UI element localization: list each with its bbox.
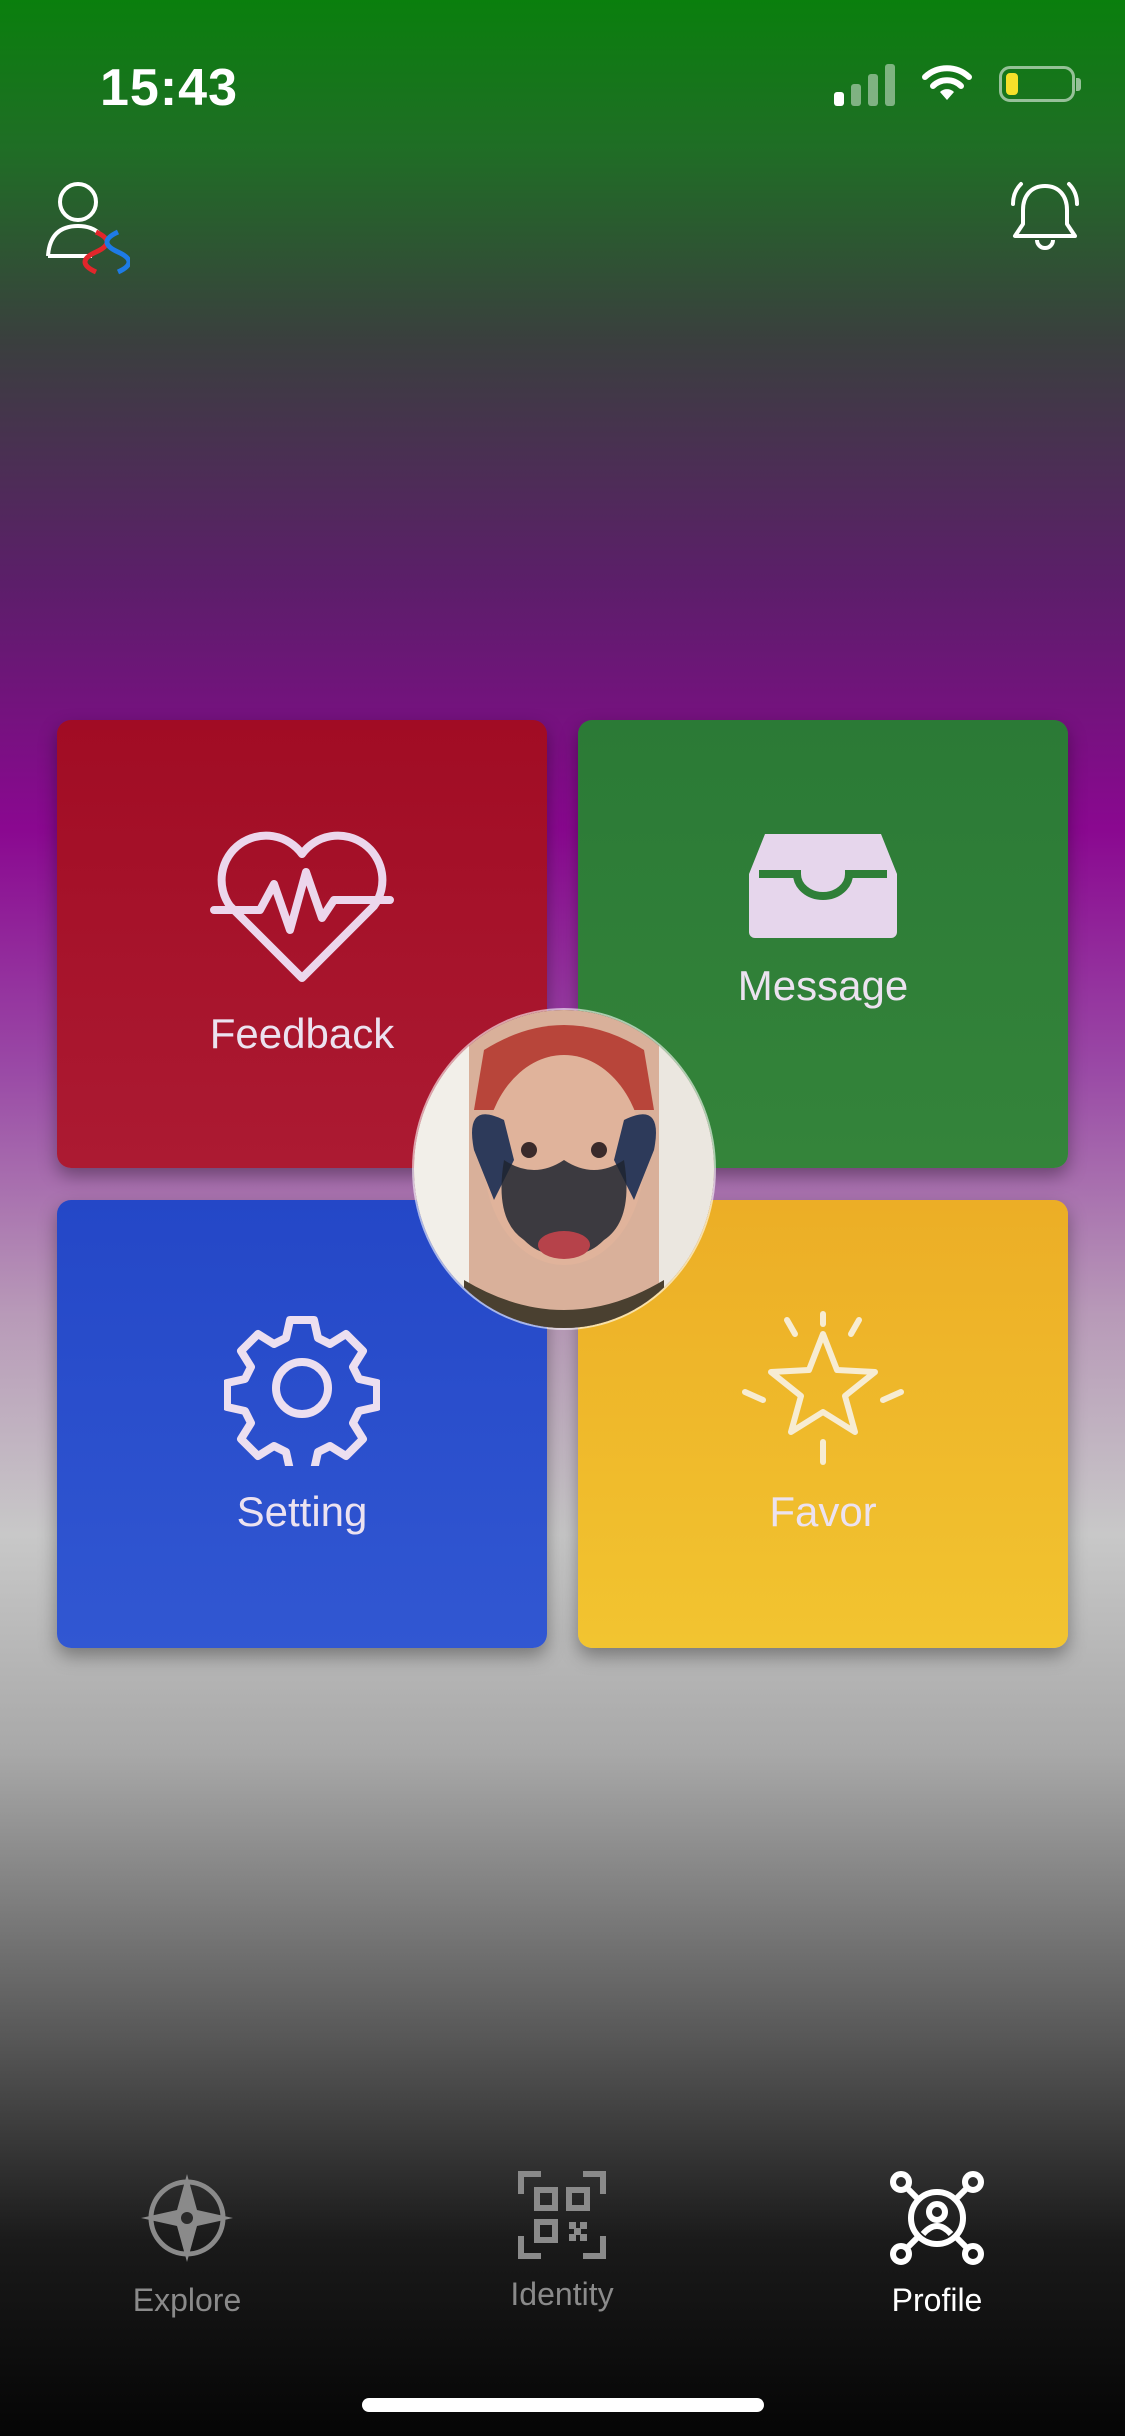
status-time: 15:43 xyxy=(100,59,238,117)
status-icons xyxy=(834,62,1081,106)
tab-explore[interactable]: Explore xyxy=(57,2170,317,2319)
profile-network-icon xyxy=(890,2171,984,2265)
heart-pulse-icon xyxy=(210,831,394,982)
tab-identity-label: Identity xyxy=(510,2276,614,2312)
tab-identity[interactable]: Identity xyxy=(432,2170,692,2313)
tab-profile[interactable]: Profile xyxy=(807,2170,1067,2319)
inbox-tray-icon xyxy=(749,834,897,938)
tab-bar: Explore Identity Profile xyxy=(0,2170,1125,2370)
profile-dna-icon[interactable] xyxy=(44,176,130,276)
message-label: Message xyxy=(737,962,909,1009)
gear-icon xyxy=(224,1316,380,1466)
tab-profile-label: Profile xyxy=(891,2282,983,2318)
sparkle-star-icon xyxy=(742,1311,904,1465)
setting-label: Setting xyxy=(236,1488,368,1535)
compass-icon xyxy=(141,2174,233,2262)
tab-explore-label: Explore xyxy=(132,2282,242,2318)
home-indicator[interactable] xyxy=(362,2398,764,2412)
qr-code-icon xyxy=(518,2171,606,2259)
battery-icon xyxy=(999,66,1081,102)
bell-icon[interactable] xyxy=(1009,178,1081,254)
cellular-signal-icon xyxy=(834,62,895,106)
avatar-portrait xyxy=(414,1010,714,1328)
feedback-label: Feedback xyxy=(209,1010,395,1057)
avatar[interactable] xyxy=(414,1010,714,1328)
favor-label: Favor xyxy=(769,1488,877,1535)
wifi-icon xyxy=(922,65,972,100)
